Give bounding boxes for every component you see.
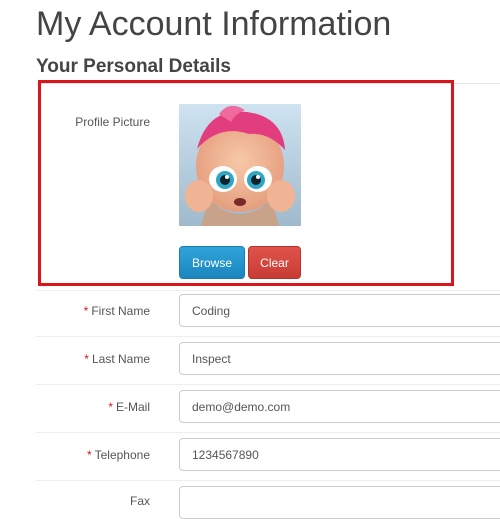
profile-picture (179, 104, 301, 226)
divider (36, 290, 500, 291)
divider (36, 432, 500, 433)
required-marker: * (108, 400, 113, 414)
telephone-label: * Telephone (87, 448, 150, 462)
fax-input[interactable] (179, 486, 500, 519)
last-name-input[interactable]: Inspect (179, 342, 500, 375)
first-name-value: Coding (192, 303, 231, 318)
fax-label: Fax (130, 494, 150, 508)
fax-label-text: Fax (129, 494, 150, 508)
divider (36, 384, 500, 385)
last-name-label: * Last Name (84, 352, 150, 366)
browse-button[interactable]: Browse (179, 246, 245, 279)
profile-picture-label: Profile Picture (75, 115, 150, 129)
telephone-label-text: Telephone (94, 448, 150, 462)
divider (36, 480, 500, 481)
required-marker: * (86, 448, 92, 462)
last-name-value: Inspect (192, 351, 231, 366)
email-label: * E-Mail (108, 400, 150, 414)
clear-button[interactable]: Clear (248, 246, 301, 279)
telephone-value: 1234567890 (192, 447, 259, 462)
first-name-label-text: First Name (91, 304, 150, 318)
required-marker: * (84, 352, 89, 366)
divider (36, 336, 500, 337)
first-name-label: * First Name (84, 304, 150, 318)
page-title: My Account Information (36, 5, 392, 43)
email-input[interactable]: demo@demo.com (179, 390, 500, 423)
telephone-input[interactable]: 1234567890 (179, 438, 500, 471)
email-value: demo@demo.com (192, 399, 291, 414)
last-name-label-text: Last Name (91, 352, 150, 366)
baby-avatar-image (179, 104, 301, 226)
required-marker: * (83, 304, 89, 318)
email-label-text: E-Mail (115, 400, 150, 414)
first-name-input[interactable]: Coding (179, 294, 500, 327)
